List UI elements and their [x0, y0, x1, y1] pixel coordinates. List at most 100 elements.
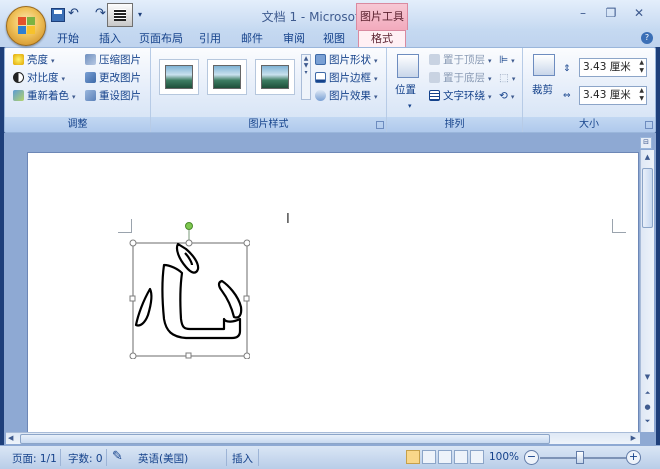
picture-border-label: 图片边框 — [329, 72, 371, 84]
status-bar: 页面: 1/1 字数: 0 ✎ 英语(美国) 插入 100% − + — [0, 445, 660, 469]
close-button[interactable]: ✕ — [632, 6, 646, 20]
ruler-toggle-icon[interactable]: ⊟ — [640, 137, 652, 149]
zoom-level[interactable]: 100% — [489, 451, 519, 463]
compress-pictures-button[interactable]: 压缩图片 — [85, 52, 141, 69]
size-launcher-icon[interactable] — [645, 121, 653, 129]
web-layout-view-icon[interactable] — [438, 450, 452, 464]
bring-to-front-label: 置于顶层 — [443, 54, 485, 66]
tab-insert[interactable]: 插入 — [94, 31, 126, 47]
scroll-down-icon[interactable]: ▼ — [642, 372, 653, 383]
undo-icon[interactable]: ↶ — [68, 7, 82, 22]
zoom-out-icon[interactable]: − — [524, 450, 539, 465]
picture-style-1[interactable] — [159, 59, 199, 95]
picture-border-button[interactable]: 图片边框 ▾ — [315, 70, 378, 87]
save-icon[interactable] — [51, 8, 65, 22]
horizontal-scroll-thumb[interactable] — [20, 434, 550, 444]
rotate-icon[interactable]: ⟲ ▾ — [499, 88, 514, 105]
language-indicator[interactable]: 英语(美国) — [138, 451, 188, 466]
picture-tools-context-group: 图片工具 — [356, 3, 408, 31]
contrast-label: 对比度 — [27, 72, 59, 84]
change-picture-button[interactable]: 更改图片 — [85, 70, 141, 87]
print-layout-view-icon[interactable] — [406, 450, 420, 464]
tab-view[interactable]: 视图 — [318, 31, 350, 47]
position-icon — [397, 54, 419, 78]
proofing-icon[interactable]: ✎ — [112, 449, 123, 464]
document-page[interactable]: I 心 — [27, 152, 639, 435]
draft-view-icon[interactable] — [470, 450, 484, 464]
width-input[interactable]: 3.43 厘米 ▲ ▼ — [579, 86, 647, 105]
horizontal-scrollbar[interactable]: ◀ ▶ — [6, 432, 640, 444]
status-separator — [226, 449, 227, 466]
zoom-in-icon[interactable]: + — [626, 450, 641, 465]
compress-label: 压缩图片 — [99, 54, 141, 66]
outline-view-icon[interactable] — [454, 450, 468, 464]
browse-object-icon[interactable]: ● — [642, 402, 653, 413]
reset-picture-icon — [85, 90, 96, 101]
next-page-icon[interactable]: ⏷ — [642, 416, 653, 427]
insert-mode-indicator[interactable]: 插入 — [232, 451, 253, 466]
scroll-left-icon[interactable]: ◀ — [8, 434, 13, 442]
page-count[interactable]: 页面: 1/1 — [12, 451, 57, 466]
height-spinner-icon[interactable]: ▲ ▼ — [639, 59, 644, 75]
tab-references[interactable]: 引用 — [194, 31, 226, 47]
tab-mailings[interactable]: 邮件 — [236, 31, 268, 47]
full-screen-reading-view-icon[interactable] — [422, 450, 436, 464]
title-bar: 文档 1 - Microsoft Word 图片工具 – ❐ ✕ ↶ ↷ ▾ — [0, 0, 660, 31]
group-arrange: 位置 ▾ 置于顶层 ▾ 置于底层 ▾ 文字环绕 ▾ ⊫ ▾ ⬚ ▾ ⟲ ▾ 排列 — [387, 48, 523, 132]
recolor-icon — [13, 90, 24, 101]
picture-shape-button[interactable]: 图片形状 ▾ — [315, 52, 378, 69]
word-count[interactable]: 字数: 0 — [68, 451, 103, 466]
picture-style-2[interactable] — [207, 59, 247, 95]
minimize-button[interactable]: – — [576, 6, 590, 20]
status-separator — [60, 449, 61, 466]
contrast-button[interactable]: 对比度 ▾ — [13, 70, 65, 87]
group-objects-icon[interactable]: ⬚ ▾ — [499, 70, 515, 87]
picture-shape-label: 图片形状 — [329, 54, 371, 66]
crop-icon — [533, 54, 555, 76]
send-to-back-button[interactable]: 置于底层 ▾ — [429, 70, 492, 87]
position-button[interactable]: 位置 — [395, 82, 416, 99]
align-icon[interactable]: ⊫ ▾ — [499, 52, 515, 69]
text-wrapping-button[interactable]: 文字环绕 ▾ — [429, 88, 492, 105]
send-to-back-icon — [429, 72, 440, 83]
scroll-up-icon[interactable]: ▲ — [642, 152, 653, 163]
position-dropdown-icon[interactable]: ▾ — [408, 98, 412, 115]
tab-format[interactable]: 格式 — [358, 30, 406, 47]
restore-button[interactable]: ❐ — [604, 6, 618, 20]
scroll-right-icon[interactable]: ▶ — [631, 434, 636, 442]
rotation-handle[interactable] — [185, 222, 193, 230]
office-button[interactable] — [6, 6, 46, 46]
previous-page-icon[interactable]: ⏶ — [642, 388, 653, 399]
group-adjust-label: 调整 — [5, 117, 150, 132]
height-input[interactable]: 3.43 厘米 ▲ ▼ — [579, 58, 647, 77]
status-separator — [106, 449, 107, 466]
picture-styles-launcher-icon[interactable] — [376, 121, 384, 129]
bring-to-front-button[interactable]: 置于顶层 ▾ — [429, 52, 492, 69]
tab-home[interactable]: 开始 — [52, 31, 84, 47]
help-icon[interactable]: ? — [641, 32, 653, 44]
group-size-label: 大小 — [523, 117, 655, 132]
style-gallery-scroll[interactable]: ▲ ▼ ▾ — [301, 54, 311, 100]
compress-icon — [85, 54, 96, 65]
picture-style-3[interactable] — [255, 59, 295, 95]
customize-qat-icon[interactable]: ▾ — [138, 10, 152, 24]
crop-button[interactable]: 裁剪 — [532, 82, 553, 99]
tab-page-layout[interactable]: 页面布局 — [134, 31, 188, 47]
print-preview-icon[interactable] — [107, 3, 133, 27]
ribbon: 亮度 ▾ 对比度 ▾ 重新着色 ▾ 压缩图片 更改图片 重设图片 调整 ▲ ▼ ▾ 图片形… — [4, 47, 656, 133]
recolor-button[interactable]: 重新着色 ▾ — [13, 88, 76, 105]
tab-review[interactable]: 审阅 — [278, 31, 310, 47]
reset-picture-button[interactable]: 重设图片 — [85, 88, 141, 105]
recolor-label: 重新着色 — [27, 90, 69, 102]
brightness-button[interactable]: 亮度 ▾ — [13, 52, 55, 69]
height-icon: ⇕ — [563, 64, 571, 74]
picture-effects-button[interactable]: 图片效果 ▾ — [315, 88, 378, 105]
width-spinner-icon[interactable]: ▲ ▼ — [639, 87, 644, 103]
zoom-slider-thumb[interactable] — [576, 451, 584, 464]
vertical-scroll-thumb[interactable] — [642, 168, 653, 228]
selected-picture[interactable] — [128, 219, 250, 359]
vertical-scrollbar[interactable]: ▲ ▼ ⏶ ● ⏷ — [640, 150, 654, 432]
text-cursor-icon: I — [286, 212, 290, 227]
group-picture-styles: ▲ ▼ ▾ 图片形状 ▾ 图片边框 ▾ 图片效果 ▾ 图片样式 — [151, 48, 387, 132]
picture-effects-label: 图片效果 — [329, 90, 371, 102]
